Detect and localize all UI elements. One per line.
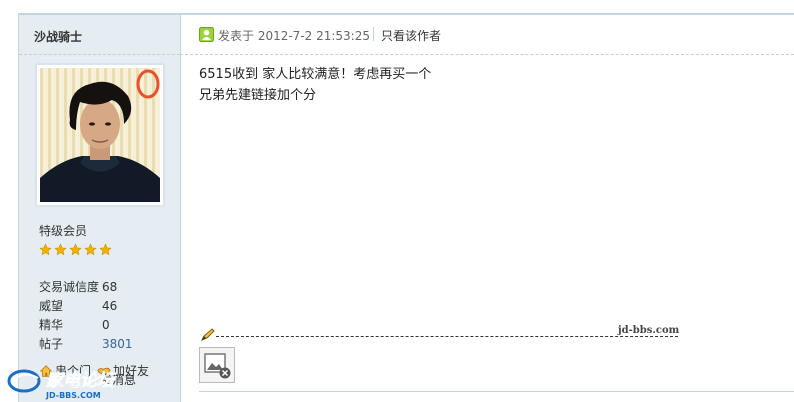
user-group: 特级会员 xyxy=(39,224,88,238)
post-line: 兄弟先建链接加个分 xyxy=(199,88,317,103)
logo-main-text: 家电论坛 xyxy=(46,371,116,391)
stat-value: 0 xyxy=(102,318,110,332)
broken-image-icon xyxy=(204,353,231,379)
post-line: 6515收到 家人比较满意！考虑再买一个 xyxy=(199,67,432,82)
stat-row-prestige: 威望 46 xyxy=(39,298,133,317)
author-username[interactable]: 沙战骑士 xyxy=(34,28,82,45)
stat-label: 威望 xyxy=(39,299,64,313)
stat-label: 帖子 xyxy=(39,337,64,351)
star-icon xyxy=(69,243,82,256)
user-stats: 交易诚信度 68 威望 46 精华 0 帖子 3801 xyxy=(39,279,133,355)
star-icon xyxy=(84,243,97,256)
stat-label: 精华 xyxy=(39,318,64,332)
stat-label: 交易诚信度 xyxy=(39,280,100,294)
author-only-link[interactable]: 只看该作者 xyxy=(381,27,441,44)
stat-row-posts: 帖子 3801 xyxy=(39,336,133,355)
stat-value: 68 xyxy=(102,280,118,294)
logo-sub-text: JD-BBS.COM xyxy=(45,391,101,400)
star-icon xyxy=(99,243,112,256)
avatar[interactable] xyxy=(40,68,160,202)
stat-row-trust: 交易诚信度 68 xyxy=(39,279,133,298)
signature-text: jd-bbs.com xyxy=(618,325,680,336)
avatar-frame xyxy=(36,64,164,206)
meta-divider xyxy=(373,27,374,41)
post-timestamp: 发表于 2012-7-2 21:53:25 xyxy=(218,29,370,43)
site-logo: 家电论坛 JD-BBS.COM xyxy=(7,369,116,400)
star-icon xyxy=(39,243,52,256)
rank-stars xyxy=(39,243,112,256)
posts-count-link[interactable]: 3801 xyxy=(102,336,133,355)
post-content: 6515收到 家人比较满意！考虑再买一个 兄弟先建链接加个分 xyxy=(199,64,431,106)
online-status-icon xyxy=(199,27,214,42)
signature-divider xyxy=(216,336,678,337)
author-sidebar: 沙战骑士 特级会员 交易诚信度 68 威望 46 精华 0 帖子 3801 串个… xyxy=(18,15,181,402)
post-bottom-border xyxy=(199,391,794,392)
star-icon xyxy=(54,243,67,256)
stat-row-digest: 精华 0 xyxy=(39,317,133,336)
signature-pencil-icon xyxy=(200,328,215,341)
stat-value: 46 xyxy=(102,299,118,313)
post-header: 发表于 2012-7-2 21:53:25 只看该作者 xyxy=(180,15,794,55)
broken-image[interactable] xyxy=(199,347,235,383)
